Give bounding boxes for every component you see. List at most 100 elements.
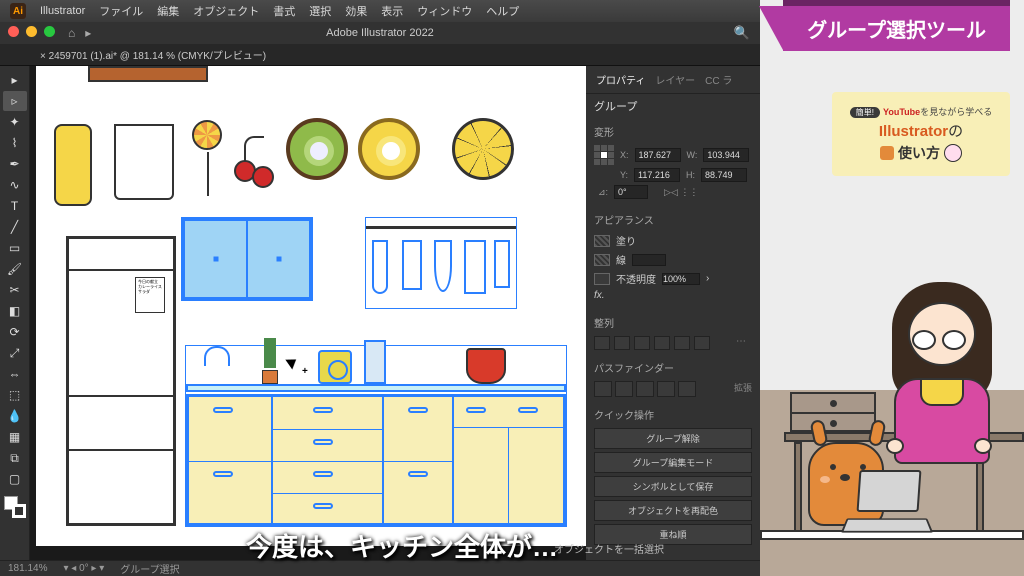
shaper-tool[interactable]: ✂ xyxy=(3,280,27,300)
menu-window[interactable]: ウィンドウ xyxy=(417,3,472,19)
eyedropper-tool[interactable]: 💧 xyxy=(3,406,27,426)
window-title: Adobe Illustrator 2022 xyxy=(326,27,434,39)
rotate-tool[interactable]: ⟳ xyxy=(3,322,27,342)
fridge-note: 今日の献立 カレーライス サラダ xyxy=(135,277,165,313)
quick-actions: グループ解除 グループ編集モード シンボルとして保存 オブジェクトを再配色 重ね… xyxy=(586,424,760,549)
illustrator-window: Ai Illustrator ファイル 編集 オブジェクト 書式 選択 効果 表… xyxy=(0,0,760,576)
opacity-input[interactable] xyxy=(662,273,700,285)
transform-h-input[interactable] xyxy=(701,168,747,182)
art-shelf xyxy=(88,66,208,82)
fx-icon[interactable]: fx. xyxy=(594,290,605,301)
minimize-icon[interactable] xyxy=(26,26,37,37)
stroke-weight-input[interactable] xyxy=(632,254,666,266)
tab-layers[interactable]: レイヤー xyxy=(651,70,699,89)
document-tab[interactable]: × 2459701 (1).ai* @ 181.14 % (CMYK/プレビュー… xyxy=(0,44,760,66)
traffic-lights[interactable] xyxy=(8,26,55,37)
art-kiwi-green xyxy=(286,118,348,180)
lasso-tool[interactable]: ⌇ xyxy=(3,133,27,153)
maximize-icon[interactable] xyxy=(44,26,55,37)
art-measuring-cup xyxy=(114,124,174,200)
transform-x-input[interactable] xyxy=(635,148,681,162)
status-mode: グループ選択 xyxy=(120,561,179,576)
properties-panel: プロパティ レイヤー CC ラ グループ 変形 X: W: Y: H: xyxy=(586,66,760,560)
info-line1: 簡単!YouTubeを見ながら学べる xyxy=(850,105,992,118)
section-quick: クイック操作 xyxy=(586,401,760,424)
magic-wand-tool[interactable]: ✦ xyxy=(3,112,27,132)
artboard: 今日の献立 カレーライス サラダ xyxy=(36,66,586,546)
menu-help[interactable]: ヘルプ xyxy=(486,3,519,19)
video-caption: 今度は、キッチン全体が… xyxy=(246,527,558,564)
info-line3: 使い方 xyxy=(880,143,962,163)
align-top-icon[interactable] xyxy=(654,336,670,350)
batch-select-label: オブジェクトを一括選択 xyxy=(554,541,664,556)
presenter-scene xyxy=(760,0,1024,576)
appearance-controls: 塗り 線 不透明度› fx. xyxy=(586,229,760,309)
free-transform-tool[interactable]: ⬚ xyxy=(3,385,27,405)
rectangle-tool[interactable]: ▭ xyxy=(3,238,27,258)
art-kitchen-counter-selected[interactable] xyxy=(186,346,566,526)
tab-properties[interactable]: プロパティ xyxy=(592,70,649,89)
artboard-tool[interactable]: ▢ xyxy=(3,469,27,489)
menu-file[interactable]: ファイル xyxy=(99,3,143,19)
eraser-tool[interactable]: ◧ xyxy=(3,301,27,321)
align-hcenter-icon[interactable] xyxy=(614,336,630,350)
canvas[interactable]: 今日の献立 カレーライス サラダ xyxy=(30,66,586,560)
menu-effect[interactable]: 効果 xyxy=(345,3,367,19)
section-appearance: アピアランス xyxy=(586,206,760,229)
menu-edit[interactable]: 編集 xyxy=(157,3,179,19)
line-tool[interactable]: ╱ xyxy=(3,217,27,237)
titlebar-left-icons: ⌂ ▸ xyxy=(68,26,91,40)
pf-unite-icon[interactable] xyxy=(594,381,612,397)
home-icon[interactable]: ⌂ xyxy=(68,26,75,40)
art-kiwi-gold xyxy=(358,118,420,180)
menubar-app: Illustrator xyxy=(40,5,85,17)
menu-type[interactable]: 書式 xyxy=(273,3,295,19)
section-align: 整列 xyxy=(586,309,760,332)
art-utensil-rack-selected[interactable] xyxy=(366,218,516,308)
group-selection-tool[interactable]: ▹ xyxy=(3,91,27,111)
pf-minus-icon[interactable] xyxy=(615,381,633,397)
tools-panel: ▸ ▹ ✦ ⌇ ✒ ∿ T ╱ ▭ 🖌 ✂ ◧ ⟳ ⤢ ⇔ ⬚ 💧 ▦ ⧉ ▢ xyxy=(0,66,30,560)
type-tool[interactable]: T xyxy=(3,196,27,216)
fill-stroke-icon[interactable] xyxy=(4,496,26,518)
paintbrush-tool[interactable]: 🖌 xyxy=(3,259,27,279)
reference-point-icon[interactable] xyxy=(594,145,614,165)
pf-intersect-icon[interactable] xyxy=(636,381,654,397)
fill-swatch[interactable] xyxy=(594,235,610,247)
curvature-tool[interactable]: ∿ xyxy=(3,175,27,195)
gradient-tool[interactable]: ▦ xyxy=(3,427,27,447)
blend-tool[interactable]: ⧉ xyxy=(3,448,27,468)
tab-cc[interactable]: CC ラ xyxy=(701,70,736,89)
course-info-card: 簡単!YouTubeを見ながら学べる Illustratorの 使い方 xyxy=(832,92,1010,176)
align-right-icon[interactable] xyxy=(634,336,650,350)
art-window-selected[interactable] xyxy=(182,218,312,300)
pen-tool[interactable]: ✒ xyxy=(3,154,27,174)
transform-rotate-input[interactable] xyxy=(614,185,648,199)
qa-ungroup-button[interactable]: グループ解除 xyxy=(594,428,752,449)
pf-expand-button[interactable]: 拡張 xyxy=(734,381,752,397)
stroke-swatch[interactable] xyxy=(594,254,610,266)
align-bottom-icon[interactable] xyxy=(694,336,710,350)
qa-recolor-button[interactable]: オブジェクトを再配色 xyxy=(594,500,752,521)
search-icon[interactable]: 🔍 xyxy=(734,25,750,41)
align-left-icon[interactable] xyxy=(594,336,610,350)
transform-w-input[interactable] xyxy=(703,148,749,162)
menu-object[interactable]: オブジェクト xyxy=(193,3,259,19)
opacity-swatch[interactable] xyxy=(594,273,610,285)
menu-view[interactable]: 表示 xyxy=(381,3,403,19)
qa-save-symbol-button[interactable]: シンボルとして保存 xyxy=(594,476,752,497)
transform-y-input[interactable] xyxy=(634,168,680,182)
pf-exclude-icon[interactable] xyxy=(657,381,675,397)
qa-edit-group-button[interactable]: グループ編集モード xyxy=(594,452,752,473)
pf-divide-icon[interactable] xyxy=(678,381,696,397)
selection-tool[interactable]: ▸ xyxy=(3,70,27,90)
zoom-level[interactable]: 181.14% xyxy=(8,563,47,574)
lesson-title: グループ選択ツール xyxy=(807,20,986,42)
align-vcenter-icon[interactable] xyxy=(674,336,690,350)
forward-icon[interactable]: ▸ xyxy=(85,26,91,40)
section-transform: 変形 xyxy=(586,118,760,141)
close-icon[interactable] xyxy=(8,26,19,37)
width-tool[interactable]: ⇔ xyxy=(3,364,27,384)
menu-select[interactable]: 選択 xyxy=(309,3,331,19)
scale-tool[interactable]: ⤢ xyxy=(3,343,27,363)
